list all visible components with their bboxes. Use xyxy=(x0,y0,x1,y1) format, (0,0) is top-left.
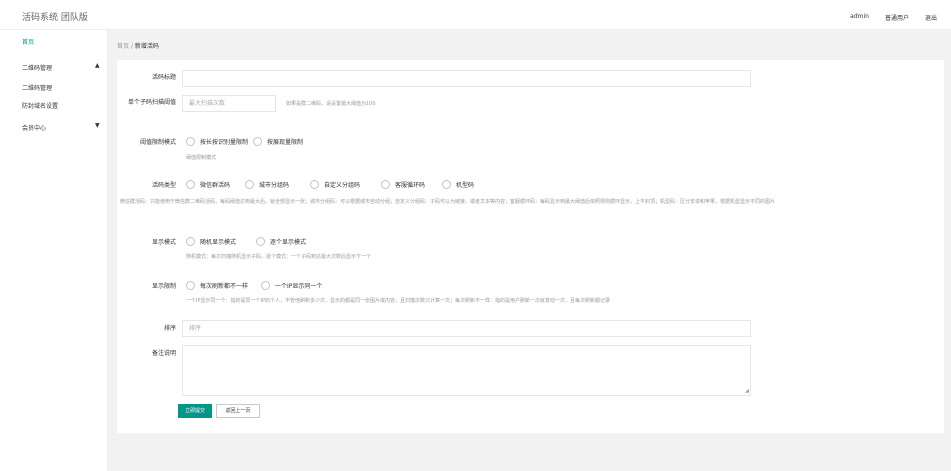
sidebar-item-label: 会员中心 xyxy=(22,125,47,132)
mode-hint: 阈值限制模式 xyxy=(186,155,217,161)
threshold-hint: 如果是群二维码，请设置最大阈值为100 xyxy=(286,101,376,107)
threshold-label: 单个子码扫描阈值 xyxy=(127,99,176,106)
mode-option-view[interactable]: 按展现量限制 xyxy=(253,137,303,146)
radio-label: 城市分组码 xyxy=(259,182,290,189)
user-type-link[interactable]: 普通用户 xyxy=(885,13,909,22)
breadcrumb-current: 新增活码 xyxy=(134,43,159,50)
mode-label: 阈值限制模式 xyxy=(139,139,176,146)
sidebar: 首页 二维码管理 ▲ 二维码管理 防封域名设置 会员中心 ▼ xyxy=(0,30,108,471)
limit-option-refresh[interactable]: 每次刷新都不一样 xyxy=(186,281,248,290)
radio-circle-icon xyxy=(442,180,451,189)
caret-down-icon: ▼ xyxy=(95,122,100,129)
threshold-input[interactable]: 最大扫描次数 xyxy=(182,95,276,112)
resize-grip-icon[interactable]: ◢ xyxy=(745,388,749,394)
sort-label: 排序 xyxy=(163,325,176,332)
remark-label: 备注说明 xyxy=(151,350,176,357)
sidebar-item-qrcode-group[interactable]: 二维码管理 ▲ xyxy=(0,60,108,74)
radio-circle-icon xyxy=(253,137,262,146)
type-label: 活码类型 xyxy=(151,182,176,189)
sidebar-item-label: 二维码管理 xyxy=(22,65,53,72)
logout-link[interactable]: 退出 xyxy=(925,13,937,22)
sidebar-item-label: 首页 xyxy=(22,39,35,46)
limit-option-ip[interactable]: 一个IP显示同一个 xyxy=(261,281,322,290)
limit-hint: 一个IP显示同一个：指的是同一个IP的个人，不管他刷新多少次，显示的都是同一张图… xyxy=(186,298,610,304)
admin-link[interactable]: admin xyxy=(850,13,869,22)
top-header: 活码系统 团队版 admin 普通用户 退出 xyxy=(0,0,951,30)
radio-circle-icon xyxy=(310,180,319,189)
display-option-sequential[interactable]: 逐个显示模式 xyxy=(256,237,306,246)
radio-circle-icon xyxy=(186,237,195,246)
radio-circle-icon xyxy=(186,137,195,146)
title-input[interactable] xyxy=(182,70,751,87)
radio-label: 机型码 xyxy=(456,182,475,189)
breadcrumb-sep: / xyxy=(130,43,133,50)
breadcrumb: 首页 / 新增活码 xyxy=(117,41,159,50)
limit-label: 显示限制 xyxy=(151,283,176,290)
remark-textarea[interactable]: ◢ xyxy=(182,345,751,396)
radio-label: 微信群活码 xyxy=(200,182,231,189)
sidebar-item-label: 二维码管理 xyxy=(22,85,53,92)
radio-label: 自定义分组码 xyxy=(324,182,361,189)
mode-option-click[interactable]: 按长按识别量限制 xyxy=(186,137,248,146)
display-hint: 随机模式：每次扫描随机显示子码，逐个模式：一个子码到达最大次数后显示下一个 xyxy=(186,254,372,260)
radio-label: 客服循环码 xyxy=(395,182,426,189)
type-option-device[interactable]: 机型码 xyxy=(442,180,474,189)
breadcrumb-home[interactable]: 首页 xyxy=(117,43,129,50)
caret-up-icon: ▲ xyxy=(95,62,100,69)
sidebar-item-label: 防封域名设置 xyxy=(22,103,59,110)
radio-circle-icon xyxy=(186,180,195,189)
radio-label: 一个IP显示同一个 xyxy=(275,283,323,290)
display-label: 显示模式 xyxy=(151,239,176,246)
radio-circle-icon xyxy=(186,281,195,290)
sidebar-item-member[interactable]: 会员中心 ▼ xyxy=(0,120,108,134)
back-button[interactable]: 返回上一页 xyxy=(216,404,260,418)
radio-label: 随机显示模式 xyxy=(200,239,237,246)
type-option-service[interactable]: 客服循环码 xyxy=(381,180,425,189)
sidebar-item-domain[interactable]: 防封域名设置 xyxy=(0,98,108,112)
type-option-custom[interactable]: 自定义分组码 xyxy=(310,180,360,189)
radio-circle-icon xyxy=(381,180,390,189)
sort-input[interactable]: 排序 xyxy=(182,320,751,337)
radio-label: 按长按识别量限制 xyxy=(200,139,249,146)
radio-circle-icon xyxy=(261,281,270,290)
top-nav: admin 普通用户 退出 xyxy=(850,13,937,22)
radio-circle-icon xyxy=(256,237,265,246)
sidebar-item-qrcode[interactable]: 二维码管理 xyxy=(0,80,108,94)
type-option-city[interactable]: 城市分组码 xyxy=(245,180,289,189)
title-label: 活码标题 xyxy=(151,74,176,81)
app-title: 活码系统 团队版 xyxy=(22,13,88,23)
sidebar-item-home[interactable]: 首页 xyxy=(0,34,108,48)
type-hint: 微信群活码：只能使用于微信群二维码活码，每码阈值达到最大后，就全部显示一张；城市… xyxy=(120,199,776,205)
radio-label: 按展现量限制 xyxy=(267,139,304,146)
display-option-random[interactable]: 随机显示模式 xyxy=(186,237,236,246)
type-option-wechat[interactable]: 微信群活码 xyxy=(186,180,230,189)
radio-circle-icon xyxy=(245,180,254,189)
radio-label: 每次刷新都不一样 xyxy=(200,283,249,290)
submit-button[interactable]: 立即提交 xyxy=(178,404,212,418)
radio-label: 逐个显示模式 xyxy=(270,239,307,246)
